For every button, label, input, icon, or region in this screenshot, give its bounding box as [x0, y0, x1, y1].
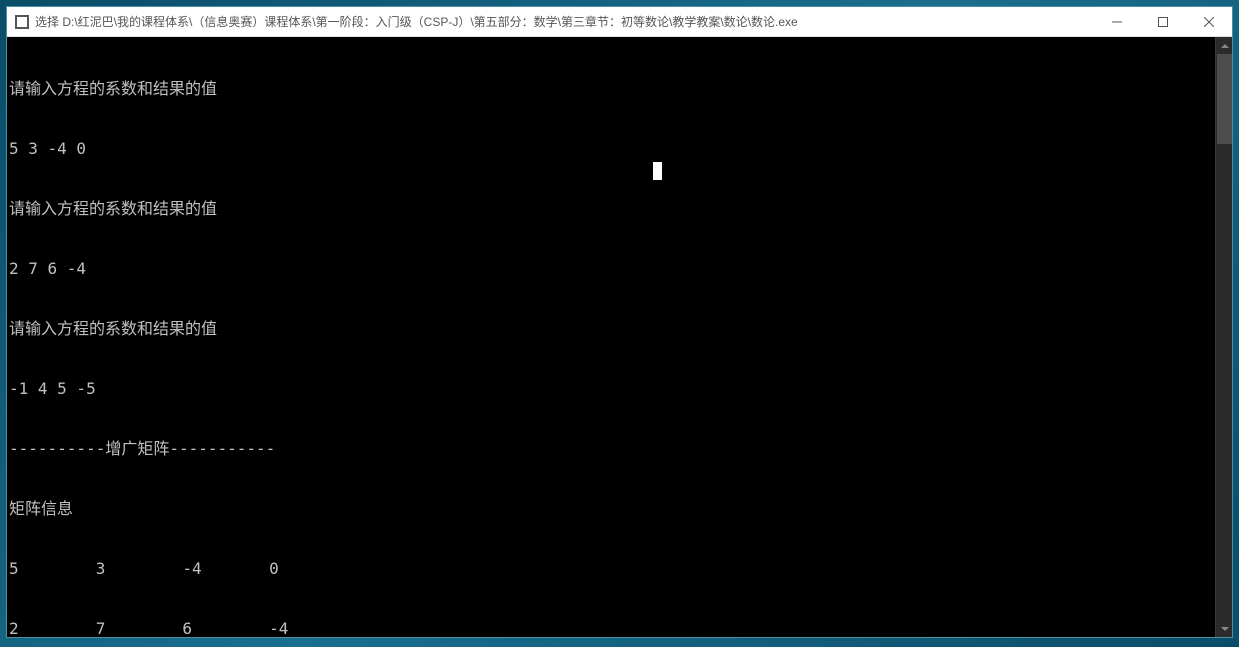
- console-line: 请输入方程的系数和结果的值: [9, 199, 1212, 219]
- console-line: 5 3 -4 0: [9, 139, 1212, 159]
- console-line: 矩阵信息: [9, 499, 1212, 519]
- window-controls: [1094, 7, 1232, 36]
- close-button[interactable]: [1186, 7, 1232, 36]
- scroll-up-arrow[interactable]: [1216, 37, 1232, 54]
- window-title: 选择 D:\红泥巴\我的课程体系\（信息奥赛）课程体系\第一阶段：入门级（CSP…: [35, 13, 1094, 30]
- close-icon: [1204, 17, 1214, 27]
- maximize-icon: [1158, 17, 1168, 27]
- maximize-button[interactable]: [1140, 7, 1186, 36]
- app-icon: [15, 15, 29, 29]
- console-line: 5 3 -4 0: [9, 559, 1212, 579]
- console-line: 请输入方程的系数和结果的值: [9, 79, 1212, 99]
- console-window: 选择 D:\红泥巴\我的课程体系\（信息奥赛）课程体系\第一阶段：入门级（CSP…: [6, 6, 1233, 638]
- console-output: 请输入方程的系数和结果的值 5 3 -4 0 请输入方程的系数和结果的值 2 7…: [7, 37, 1214, 637]
- titlebar[interactable]: 选择 D:\红泥巴\我的课程体系\（信息奥赛）课程体系\第一阶段：入门级（CSP…: [7, 7, 1232, 37]
- console-line: -1 4 5 -5: [9, 379, 1212, 399]
- minimize-icon: [1112, 17, 1122, 27]
- console-area[interactable]: 请输入方程的系数和结果的值 5 3 -4 0 请输入方程的系数和结果的值 2 7…: [7, 37, 1232, 637]
- minimize-button[interactable]: [1094, 7, 1140, 36]
- console-line: 2 7 6 -4: [9, 619, 1212, 637]
- scrollbar-thumb[interactable]: [1217, 54, 1232, 144]
- console-line: ----------增广矩阵-----------: [9, 439, 1212, 459]
- scroll-down-arrow[interactable]: [1216, 620, 1232, 637]
- vertical-scrollbar[interactable]: [1215, 37, 1232, 637]
- text-cursor: [653, 162, 662, 180]
- console-line: 请输入方程的系数和结果的值: [9, 319, 1212, 339]
- console-line: 2 7 6 -4: [9, 259, 1212, 279]
